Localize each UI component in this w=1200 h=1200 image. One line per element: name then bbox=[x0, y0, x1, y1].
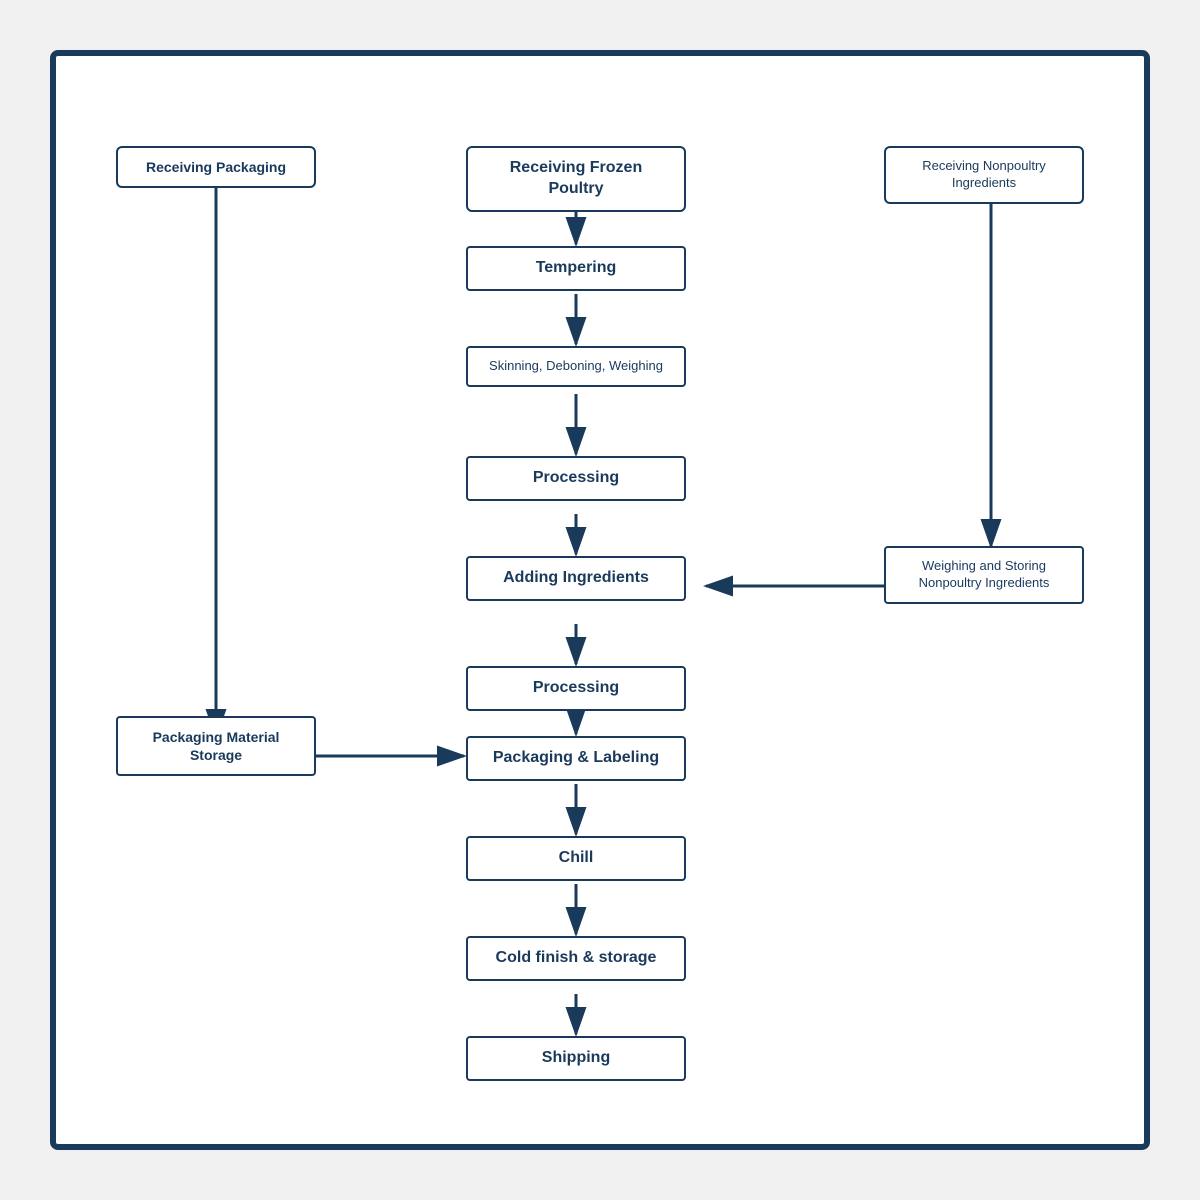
cold-finish-box: Cold finish & storage bbox=[466, 936, 686, 981]
diagram-container: Receiving Packaging Packaging Material S… bbox=[50, 50, 1150, 1150]
processing2-label: Processing bbox=[466, 666, 686, 711]
cold-finish-label: Cold finish & storage bbox=[466, 936, 686, 981]
processing1-box: Processing bbox=[466, 456, 686, 501]
packaging-material-storage-label: Packaging Material Storage bbox=[116, 716, 316, 776]
adding-ingredients-box: Adding Ingredients bbox=[466, 556, 686, 601]
processing1-label: Processing bbox=[466, 456, 686, 501]
processing2-box: Processing bbox=[466, 666, 686, 711]
receiving-packaging-box: Receiving Packaging bbox=[116, 146, 316, 188]
packaging-labeling-label: Packaging & Labeling bbox=[466, 736, 686, 781]
receiving-nonpoultry-label: Receiving Nonpoultry Ingredients bbox=[884, 146, 1084, 204]
packaging-labeling-box: Packaging & Labeling bbox=[466, 736, 686, 781]
shipping-label: Shipping bbox=[466, 1036, 686, 1081]
chill-box: Chill bbox=[466, 836, 686, 881]
adding-ingredients-label: Adding Ingredients bbox=[466, 556, 686, 601]
skinning-box: Skinning, Deboning, Weighing bbox=[466, 346, 686, 387]
tempering-box: Tempering bbox=[466, 246, 686, 291]
skinning-label: Skinning, Deboning, Weighing bbox=[466, 346, 686, 387]
receiving-packaging-label: Receiving Packaging bbox=[116, 146, 316, 188]
weighing-storing-label: Weighing and Storing Nonpoultry Ingredie… bbox=[884, 546, 1084, 604]
packaging-material-storage-box: Packaging Material Storage bbox=[116, 716, 316, 776]
weighing-storing-box: Weighing and Storing Nonpoultry Ingredie… bbox=[884, 546, 1084, 604]
receiving-frozen-poultry-label: Receiving Frozen Poultry bbox=[466, 146, 686, 212]
shipping-box: Shipping bbox=[466, 1036, 686, 1081]
tempering-label: Tempering bbox=[466, 246, 686, 291]
receiving-nonpoultry-box: Receiving Nonpoultry Ingredients bbox=[884, 146, 1084, 204]
chill-label: Chill bbox=[466, 836, 686, 881]
flow-diagram: Receiving Packaging Packaging Material S… bbox=[86, 96, 1114, 1104]
receiving-frozen-poultry-box: Receiving Frozen Poultry bbox=[466, 146, 686, 212]
